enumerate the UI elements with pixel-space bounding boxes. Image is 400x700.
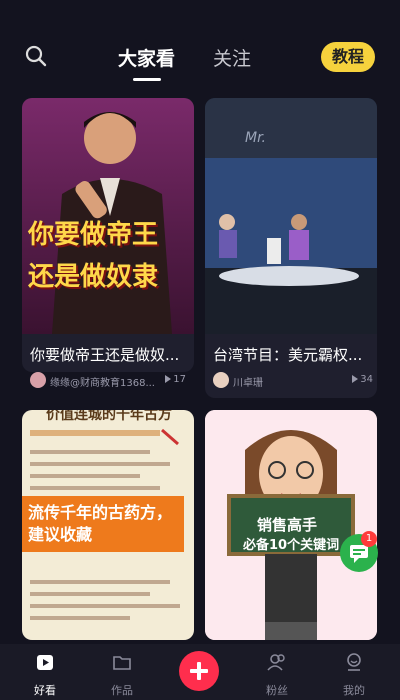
chalkboard-line-2: 必备10个关键词 (243, 538, 340, 553)
search-icon[interactable] (24, 44, 48, 68)
play-icon (352, 375, 359, 383)
active-tab-indicator (133, 78, 161, 81)
nav-label: 我的 (343, 684, 365, 697)
avatar (30, 372, 46, 388)
avatar (213, 372, 229, 388)
video-meta: 川卓珊 34 (213, 372, 373, 390)
tutorial-button[interactable]: 教程 (321, 42, 375, 72)
notification-badge: 1 (361, 531, 377, 547)
thumbnail-caption-line-1: 你要做帝王 (28, 220, 159, 250)
thumbnail-caption: 流传千年的古药方，建议收藏 (22, 496, 184, 552)
video-title: 你要做帝王还是做奴... (30, 346, 180, 364)
view-count: 17 (165, 374, 186, 385)
video-card[interactable]: 价值连城的千年古方 流传千年的古药方，建议收藏 (22, 410, 194, 640)
author-name: 川卓珊 (233, 378, 263, 389)
top-bar: 大家看 关注 教程 (0, 0, 400, 90)
svg-text:Mr.: Mr. (245, 130, 266, 146)
nav-item-works[interactable]: 作品 (87, 644, 157, 700)
play-icon (165, 375, 172, 383)
nav-label: 粉丝 (266, 684, 288, 697)
nav-item-mine[interactable]: 我的 (319, 644, 389, 700)
chalkboard-line-1: 销售高手 (257, 516, 318, 534)
video-card[interactable]: Mr. 台湾节目：美元霸权... 川卓珊 34 (205, 98, 377, 398)
video-thumbnail: Mr. (205, 98, 377, 334)
video-card[interactable]: 销售高手 必备10个关键词 (205, 410, 377, 640)
video-home-icon (37, 655, 53, 670)
video-card[interactable]: 你要做帝王 还是做奴隶 你要做帝王还是做奴... (22, 98, 194, 372)
thumbnail-caption-line-2: 还是做奴隶 (28, 262, 159, 292)
tab-following[interactable]: 关注 (213, 44, 251, 71)
profile-icon (347, 653, 361, 671)
tab-everyone-watching[interactable]: 大家看 (118, 44, 175, 71)
nav-label: 作品 (111, 684, 133, 697)
card-heading: 价值连城的千年古方 (46, 410, 172, 423)
video-title: 台湾节目：美元霸权... (213, 346, 363, 364)
video-meta-row: 缘缘@财商教育1368... 17 (30, 372, 186, 390)
view-count: 34 (352, 374, 373, 385)
nav-label: 好看 (34, 684, 56, 697)
create-button[interactable] (179, 651, 219, 691)
nav-item-haokan[interactable]: 好看 (10, 644, 80, 700)
folder-icon (113, 656, 131, 670)
nav-item-fans[interactable]: 粉丝 (242, 644, 312, 700)
plus-icon (190, 662, 208, 680)
fans-icon (267, 654, 285, 671)
author-name: 缘缘@财商教育1368... (50, 378, 154, 389)
